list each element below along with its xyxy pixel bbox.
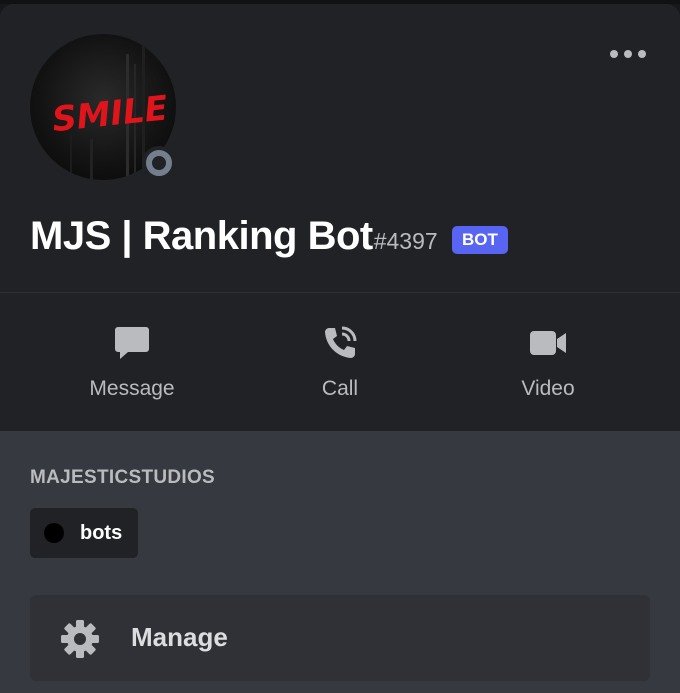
video-camera-icon — [530, 331, 566, 355]
manage-button[interactable]: Manage — [30, 595, 650, 681]
action-bar: Message Call Video — [0, 293, 680, 431]
offline-status-icon — [146, 150, 172, 176]
message-icon — [115, 327, 149, 359]
status-indicator — [142, 146, 176, 180]
server-name-heading: MAJESTICSTUDIOS — [30, 467, 216, 488]
more-dot-icon — [624, 50, 632, 58]
name-row: MJS | Ranking Bot #4397 — [30, 214, 438, 259]
avatar-wrapper[interactable]: SMILE — [30, 34, 176, 180]
more-dot-icon — [638, 50, 646, 58]
role-color-dot — [44, 523, 64, 543]
call-label: Call — [321, 377, 359, 400]
avatar-logo-text: SMILE — [50, 88, 169, 140]
discriminator: #4397 — [373, 228, 438, 254]
video-button[interactable]: Video — [468, 323, 628, 401]
bot-badge: BOT — [452, 226, 508, 254]
call-button[interactable]: Call — [260, 323, 420, 401]
more-dot-icon — [610, 50, 618, 58]
more-options-button[interactable] — [610, 44, 646, 64]
role-label: bots — [80, 521, 123, 544]
server-section: MAJESTICSTUDIOS bots Manage — [0, 431, 680, 693]
manage-label: Manage — [131, 622, 228, 652]
video-label: Video — [521, 377, 575, 400]
role-chip-bots[interactable]: bots — [30, 508, 139, 558]
message-button[interactable]: Message — [52, 323, 212, 401]
username: MJS | Ranking Bot — [30, 214, 373, 258]
profile-header: SMILE MJS | Ranking Bot #4397 BOT — [0, 4, 680, 292]
phone-icon — [325, 326, 357, 358]
message-label: Message — [89, 377, 175, 400]
profile-card: SMILE MJS | Ranking Bot #4397 BOT Messag… — [0, 4, 680, 693]
gear-icon — [61, 620, 99, 658]
